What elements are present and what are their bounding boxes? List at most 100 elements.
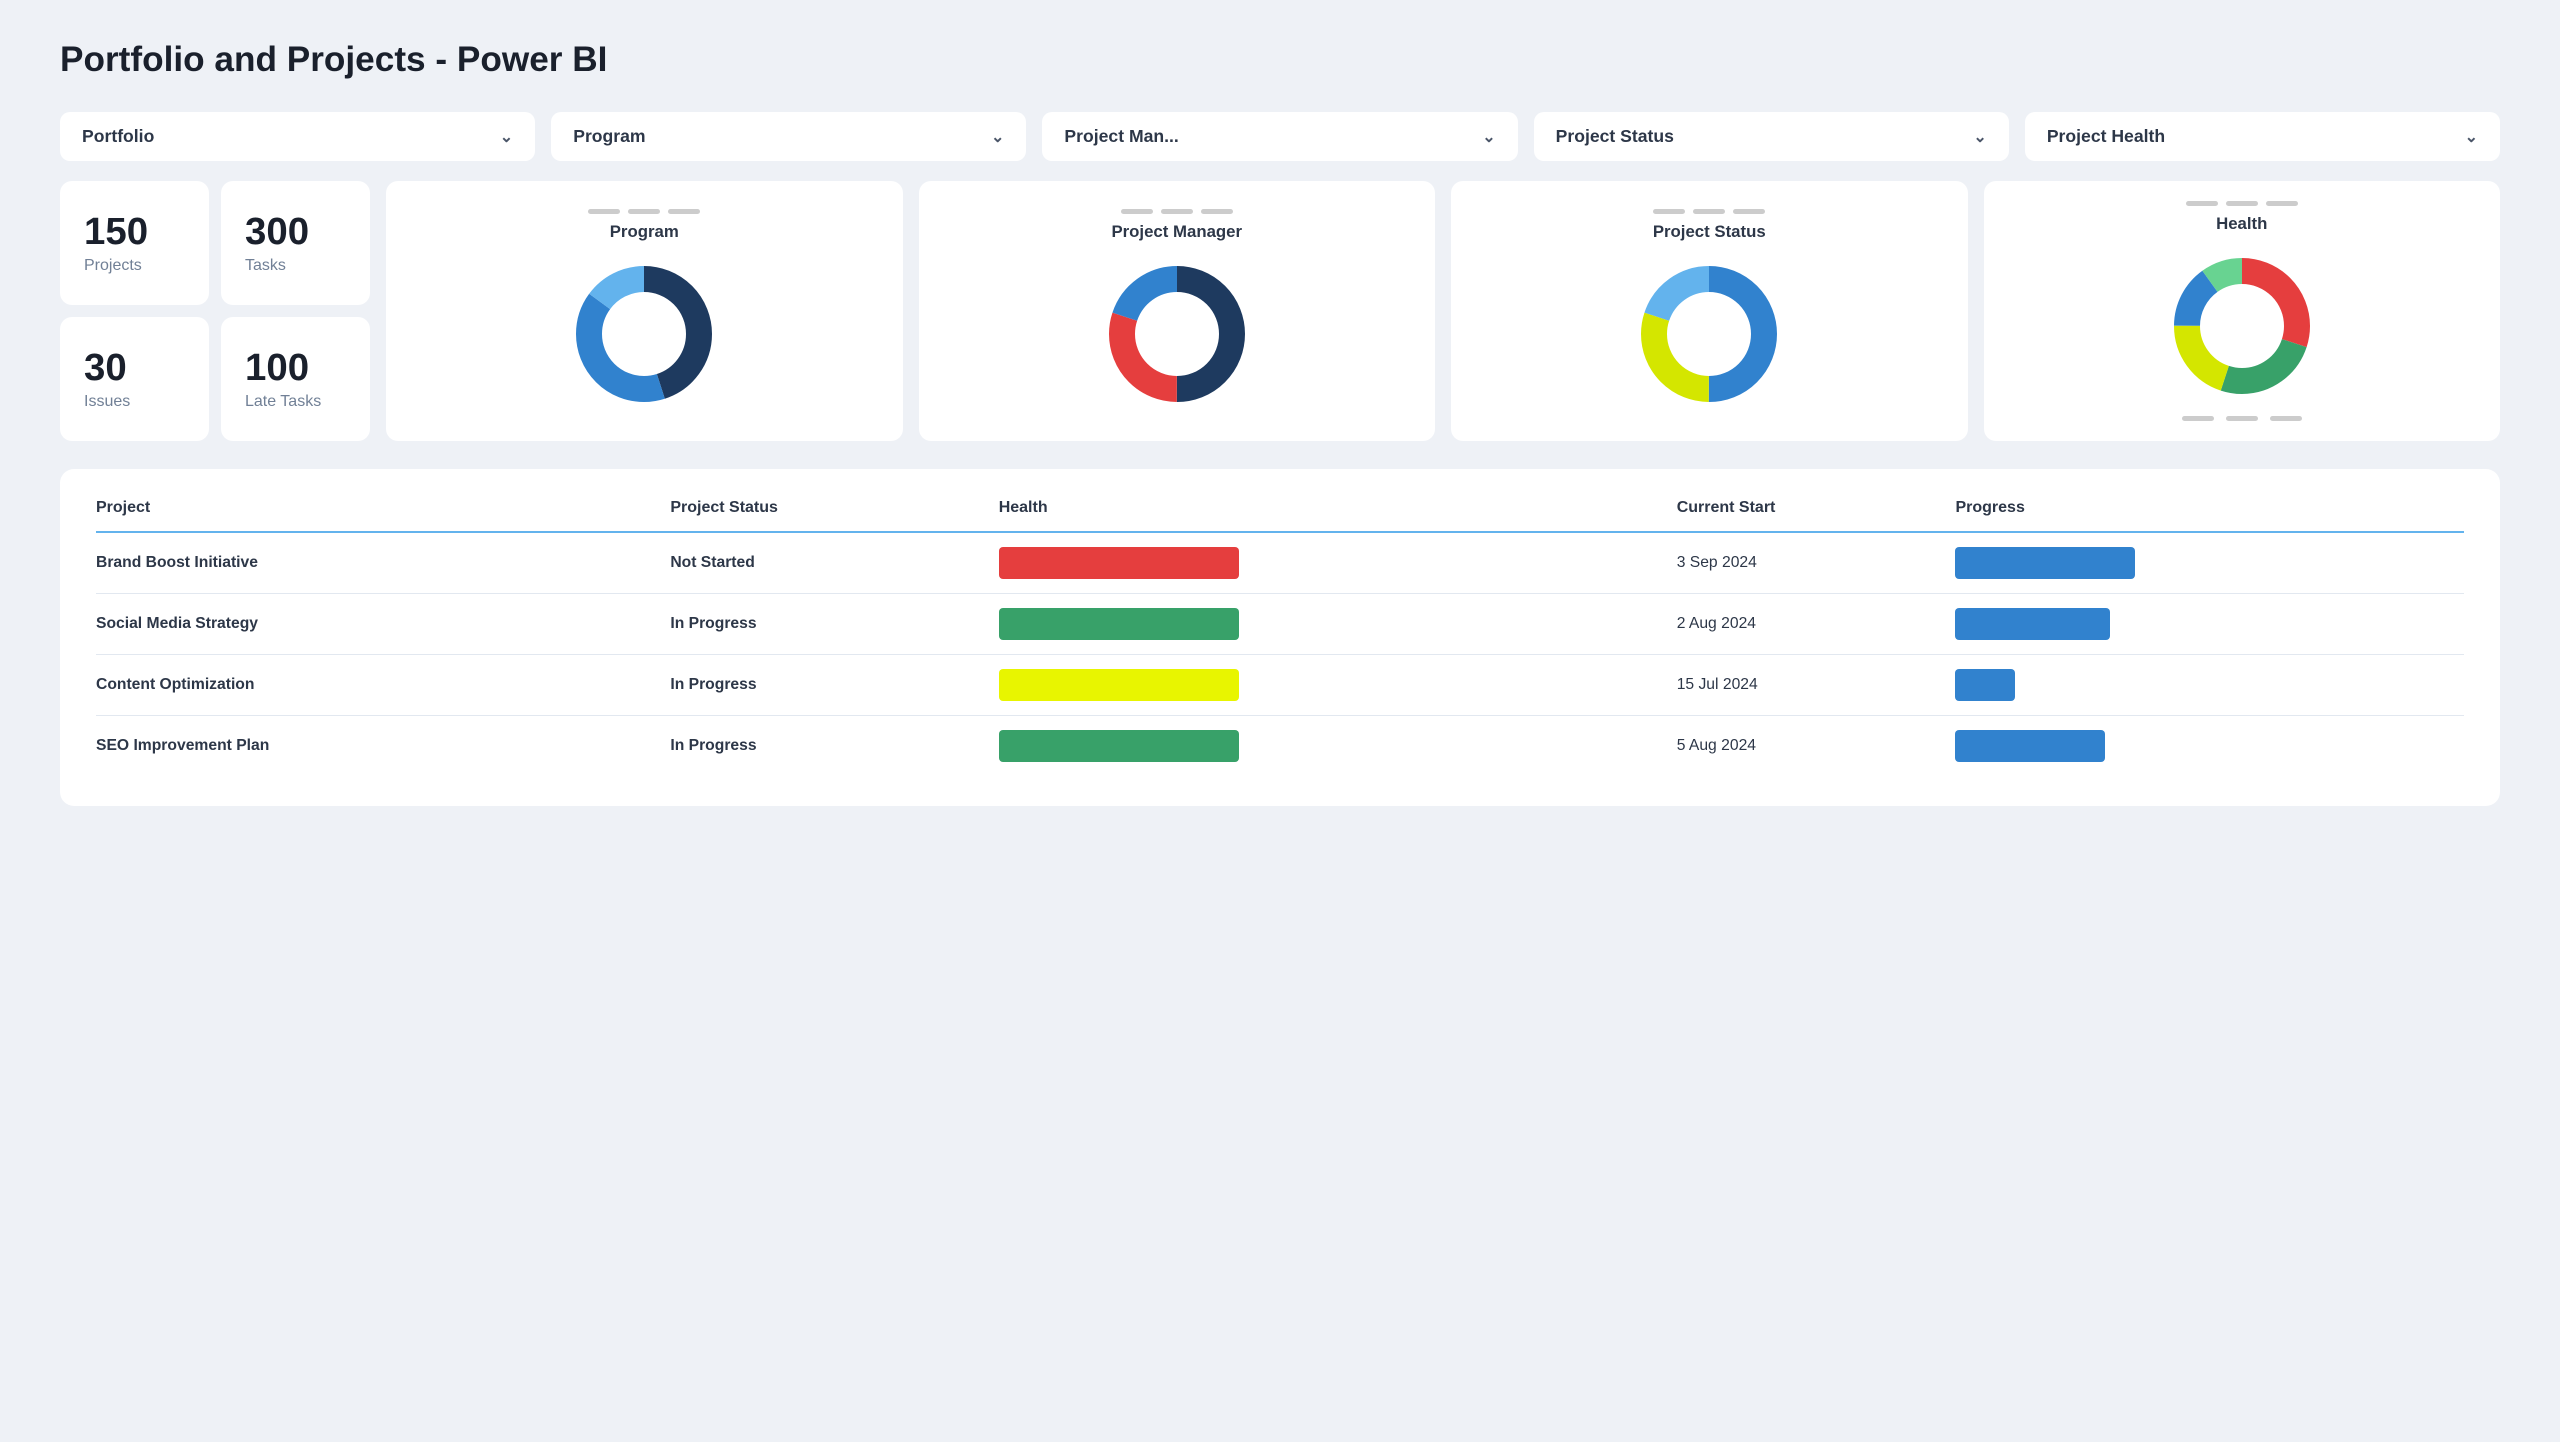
project-manager-chevron-icon: ⌄ bbox=[1482, 127, 1495, 147]
project-status-cell: In Progress bbox=[670, 594, 998, 655]
project-status-cell: In Progress bbox=[670, 716, 998, 777]
pm-legend-line-2 bbox=[1161, 209, 1193, 214]
health-chart-bottom-legend bbox=[2182, 416, 2302, 421]
h-bottom-legend-line-2 bbox=[2226, 416, 2258, 421]
projects-value: 150 bbox=[84, 211, 148, 253]
progress-cell bbox=[1955, 655, 2464, 716]
project-status-chart-card: Project Status bbox=[1451, 181, 1968, 441]
portfolio-filter-label: Portfolio bbox=[82, 126, 154, 147]
table-section: Project Project Status Health Current St… bbox=[60, 469, 2500, 806]
project-status-cell: In Progress bbox=[670, 655, 998, 716]
h-legend-line-2 bbox=[2226, 201, 2258, 206]
progress-cell bbox=[1955, 532, 2464, 594]
stats-grid: 150 Projects 300 Tasks 30 Issues 100 Lat… bbox=[60, 181, 370, 441]
project-status-filter[interactable]: Project Status ⌄ bbox=[1534, 112, 2009, 161]
col-status: Project Status bbox=[670, 499, 998, 532]
project-manager-chart-title: Project Manager bbox=[1111, 222, 1242, 242]
col-project: Project bbox=[96, 499, 670, 532]
program-chevron-icon: ⌄ bbox=[991, 127, 1004, 147]
start-date-cell: 5 Aug 2024 bbox=[1677, 716, 1956, 777]
h-legend-line-1 bbox=[2186, 201, 2218, 206]
health-bar bbox=[999, 669, 1239, 701]
projects-label: Projects bbox=[84, 257, 142, 275]
project-name-cell: SEO Improvement Plan bbox=[96, 716, 670, 777]
table-row: Social Media Strategy In Progress 2 Aug … bbox=[96, 594, 2464, 655]
project-status-cell: Not Started bbox=[670, 532, 998, 594]
project-health-chevron-icon: ⌄ bbox=[2465, 127, 2478, 147]
health-cell bbox=[999, 655, 1677, 716]
progress-bar bbox=[1955, 547, 2135, 579]
col-progress: Progress bbox=[1955, 499, 2464, 532]
projects-table: Project Project Status Health Current St… bbox=[96, 499, 2464, 776]
progress-bar bbox=[1955, 608, 2110, 640]
late-tasks-label: Late Tasks bbox=[245, 393, 321, 411]
filter-row: Portfolio ⌄ Program ⌄ Project Man... ⌄ P… bbox=[60, 112, 2500, 161]
project-name-cell: Social Media Strategy bbox=[96, 594, 670, 655]
tasks-label: Tasks bbox=[245, 257, 286, 275]
table-row: Content Optimization In Progress 15 Jul … bbox=[96, 655, 2464, 716]
health-cell bbox=[999, 594, 1677, 655]
ps-legend-line-1 bbox=[1653, 209, 1685, 214]
health-chart-card: Health bbox=[1984, 181, 2501, 441]
issues-stat: 30 Issues bbox=[60, 317, 209, 441]
ps-chart-top-legend bbox=[1653, 209, 1765, 214]
pm-legend-line-1 bbox=[1121, 209, 1153, 214]
start-date-cell: 2 Aug 2024 bbox=[1677, 594, 1956, 655]
portfolio-filter[interactable]: Portfolio ⌄ bbox=[60, 112, 535, 161]
project-health-filter-label: Project Health bbox=[2047, 126, 2165, 147]
h-bottom-legend-line-1 bbox=[2182, 416, 2214, 421]
program-chart-card: Program bbox=[386, 181, 903, 441]
legend-line-2 bbox=[628, 209, 660, 214]
project-status-chart-title: Project Status bbox=[1653, 222, 1766, 242]
health-donut bbox=[2162, 246, 2322, 406]
project-status-donut bbox=[1629, 254, 1789, 414]
start-date-cell: 3 Sep 2024 bbox=[1677, 532, 1956, 594]
legend-line-1 bbox=[588, 209, 620, 214]
health-bar bbox=[999, 730, 1239, 762]
issues-value: 30 bbox=[84, 347, 127, 389]
program-chart-title: Program bbox=[610, 222, 679, 242]
issues-label: Issues bbox=[84, 393, 130, 411]
health-bar bbox=[999, 608, 1239, 640]
project-status-chevron-icon: ⌄ bbox=[1973, 127, 1986, 147]
program-chart-top-legend bbox=[588, 209, 700, 214]
project-health-filter[interactable]: Project Health ⌄ bbox=[2025, 112, 2500, 161]
col-health: Health bbox=[999, 499, 1677, 532]
late-tasks-value: 100 bbox=[245, 347, 309, 389]
health-bar bbox=[999, 547, 1239, 579]
program-donut bbox=[564, 254, 724, 414]
table-row: Brand Boost Initiative Not Started 3 Sep… bbox=[96, 532, 2464, 594]
tasks-stat: 300 Tasks bbox=[221, 181, 370, 305]
project-name-cell: Brand Boost Initiative bbox=[96, 532, 670, 594]
program-filter-label: Program bbox=[573, 126, 645, 147]
health-chart-title: Health bbox=[2216, 214, 2267, 234]
top-row: 150 Projects 300 Tasks 30 Issues 100 Lat… bbox=[60, 181, 2500, 441]
project-manager-filter-label: Project Man... bbox=[1064, 126, 1178, 147]
ps-legend-line-2 bbox=[1693, 209, 1725, 214]
portfolio-chevron-icon: ⌄ bbox=[500, 127, 513, 147]
health-cell bbox=[999, 532, 1677, 594]
progress-bar bbox=[1955, 669, 2015, 701]
start-date-cell: 15 Jul 2024 bbox=[1677, 655, 1956, 716]
ps-legend-line-3 bbox=[1733, 209, 1765, 214]
progress-cell bbox=[1955, 716, 2464, 777]
h-chart-top-legend bbox=[2186, 201, 2298, 206]
project-manager-chart-card: Project Manager bbox=[919, 181, 1436, 441]
program-filter[interactable]: Program ⌄ bbox=[551, 112, 1026, 161]
page-title: Portfolio and Projects - Power BI bbox=[60, 40, 2500, 80]
project-status-filter-label: Project Status bbox=[1556, 126, 1674, 147]
pm-chart-top-legend bbox=[1121, 209, 1233, 214]
progress-cell bbox=[1955, 594, 2464, 655]
tasks-value: 300 bbox=[245, 211, 309, 253]
project-name-cell: Content Optimization bbox=[96, 655, 670, 716]
col-start: Current Start bbox=[1677, 499, 1956, 532]
table-row: SEO Improvement Plan In Progress 5 Aug 2… bbox=[96, 716, 2464, 777]
h-bottom-legend-line-3 bbox=[2270, 416, 2302, 421]
h-legend-line-3 bbox=[2266, 201, 2298, 206]
legend-line-3 bbox=[668, 209, 700, 214]
health-cell bbox=[999, 716, 1677, 777]
project-manager-filter[interactable]: Project Man... ⌄ bbox=[1042, 112, 1517, 161]
project-manager-donut bbox=[1097, 254, 1257, 414]
projects-stat: 150 Projects bbox=[60, 181, 209, 305]
pm-legend-line-3 bbox=[1201, 209, 1233, 214]
